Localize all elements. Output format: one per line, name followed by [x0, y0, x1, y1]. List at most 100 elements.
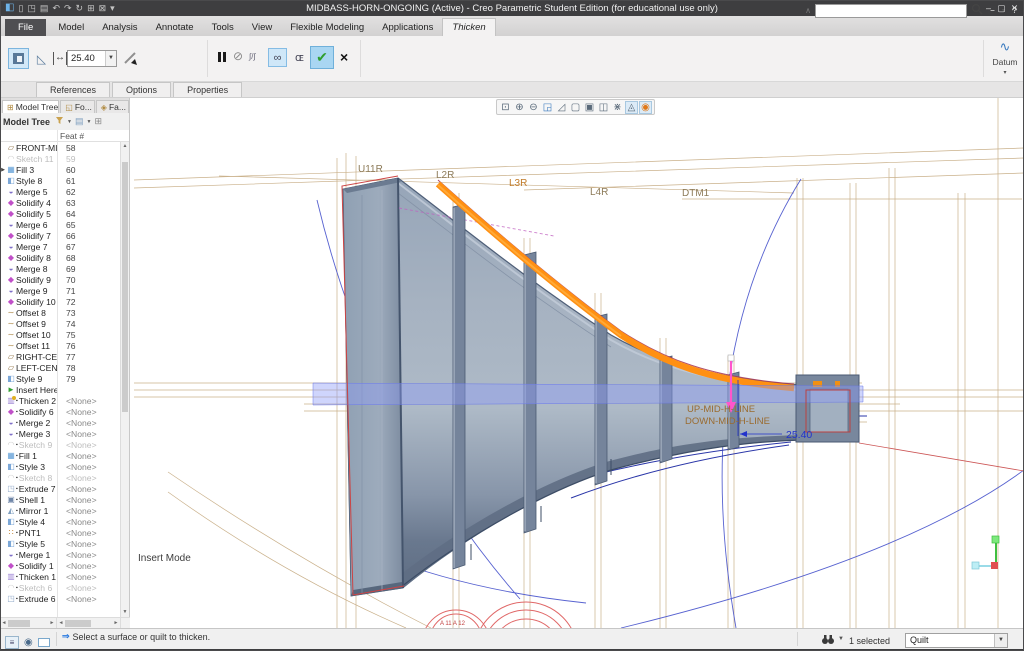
navigator-tab-fo-[interactable]: ◱Fo...	[60, 100, 95, 113]
tree-item-sketch-8[interactable]: ◠▪Sketch 8<None>	[0, 472, 120, 483]
tree-item-merge-9[interactable]: ◒Merge 971	[0, 285, 120, 296]
fullscreen-toggle-icon[interactable]	[38, 638, 50, 647]
tree-item-merge-8[interactable]: ◒Merge 869	[0, 263, 120, 274]
panel-tab-properties[interactable]: Properties	[173, 82, 242, 97]
thickness-dropdown-icon[interactable]: ▼	[105, 51, 116, 66]
detached-preview-button[interactable]: ɶ	[290, 48, 309, 67]
tree-item-shell-1[interactable]: ▣▪Shell 1<None>	[0, 494, 120, 505]
tree-item-merge-7[interactable]: ◒Merge 767	[0, 241, 120, 252]
windows-icon[interactable]: ⊞	[87, 1, 95, 15]
tree-item-style-8[interactable]: ◧Style 861	[0, 175, 120, 186]
columns-caret-icon[interactable]: ▼	[86, 119, 91, 125]
collapse-ribbon-icon[interactable]: ∧	[805, 6, 811, 15]
name-column-scrollbar[interactable]: ◄ ►	[0, 618, 57, 628]
window-controls[interactable]: – ▢ ✕	[982, 3, 1021, 14]
selection-filter-dropdown[interactable]: Quilt ▼	[905, 633, 1008, 648]
ribbon-tab-flexible-modeling[interactable]: Flexible Modeling	[281, 19, 373, 36]
undo-icon[interactable]: ↶	[52, 1, 60, 15]
tree-item-mirror-1[interactable]: ◭▪Mirror 1<None>	[0, 505, 120, 516]
ribbon-tab-tools[interactable]: Tools	[203, 19, 243, 36]
tree-columns-icon[interactable]: ▤	[75, 116, 84, 127]
ribbon-tab-applications[interactable]: Applications	[373, 19, 442, 36]
tree-item-sketch-6[interactable]: ◠▪Sketch 6<None>	[0, 582, 120, 593]
tree-item-solidify-10[interactable]: ◆Solidify 1072	[0, 296, 120, 307]
scroll-right-icon[interactable]: ►	[112, 620, 120, 626]
open-icon[interactable]: ◳	[27, 1, 36, 15]
cancel-button[interactable]: ×	[340, 49, 348, 65]
tree-item-thicken-2[interactable]: ▥▪Thicken 2<None>	[0, 395, 120, 406]
tree-item-merge-2[interactable]: ◒▪Merge 2<None>	[0, 417, 120, 428]
zoom-region-icon[interactable]: ⊡	[499, 101, 512, 114]
tree-item-pnt1[interactable]: ∷▪PNT1<None>	[0, 527, 120, 538]
tree-item-style-4[interactable]: ◧▪Style 4<None>	[0, 516, 120, 527]
filter-caret-icon[interactable]: ▼	[67, 119, 72, 125]
new-icon[interactable]: ▯	[18, 1, 23, 15]
find-caret-icon[interactable]: ▼	[838, 636, 844, 642]
tree-item-merge-1[interactable]: ◒▪Merge 1<None>	[0, 549, 120, 560]
more-icon[interactable]: ▾	[110, 1, 115, 15]
feat-column-header[interactable]: Feat #	[0, 130, 129, 142]
tree-item-insert-here[interactable]: ►Insert Here	[0, 384, 120, 395]
find-tool-button[interactable]: ▼	[820, 633, 844, 645]
ok-apply-button[interactable]: ✔	[310, 46, 334, 69]
refit-icon[interactable]: ◲	[541, 101, 554, 114]
scroll-thumb[interactable]	[122, 162, 128, 412]
scroll-right-icon[interactable]: ►	[48, 620, 56, 626]
tree-item-sketch-11[interactable]: ◠Sketch 1159	[0, 153, 120, 164]
datum-display-icon[interactable]: ⋇	[611, 101, 624, 114]
saved-orientations-icon[interactable]: ▣	[583, 101, 596, 114]
tree-item-right-cent[interactable]: ▱RIGHT-CENT77	[0, 351, 120, 362]
close-window-icon[interactable]: ⊠	[99, 1, 107, 15]
graphics-area[interactable]: ⊡⊕⊖◲◿▢▣◫⋇◬◉ Insert Mode	[134, 98, 1024, 628]
scroll-up-icon[interactable]: ▲	[121, 142, 129, 151]
ribbon-tab-analysis[interactable]: Analysis	[93, 19, 146, 36]
navigator-tab-fa-[interactable]: ◈Fa...	[96, 100, 129, 113]
zoom-in-icon[interactable]: ⊕	[513, 101, 526, 114]
annotation-display-icon[interactable]: ◬	[625, 101, 638, 114]
tree-item-merge-3[interactable]: ◒▪Merge 3<None>	[0, 428, 120, 439]
scroll-left-icon[interactable]: ◄	[0, 620, 8, 626]
tree-item-offset-11[interactable]: ∼Offset 1176	[0, 340, 120, 351]
tree-item-offset-9[interactable]: ∼Offset 974	[0, 318, 120, 329]
feat-column-scrollbar[interactable]: ◄ ►	[57, 618, 121, 628]
view-manager-icon[interactable]: ◫	[597, 101, 610, 114]
ribbon-tab-model[interactable]: Model	[49, 19, 93, 36]
thickness-value[interactable]: 25.40	[68, 51, 105, 66]
datum-plane-band[interactable]	[313, 383, 863, 405]
navigator-tab-model-tree[interactable]: ⊞Model Tree	[2, 100, 59, 113]
ribbon-tab-file[interactable]: File	[5, 19, 46, 36]
filter-value[interactable]: Quilt	[906, 634, 994, 647]
tree-item-fill-3[interactable]: ▶▦Fill 360	[0, 164, 120, 175]
tree-item-merge-5[interactable]: ◒Merge 562	[0, 186, 120, 197]
scroll-down-icon[interactable]: ▼	[121, 608, 129, 617]
tree-item-solidify-4[interactable]: ◆Solidify 463	[0, 197, 120, 208]
tree-item-solidify-8[interactable]: ◆Solidify 868	[0, 252, 120, 263]
filter-dropdown-icon[interactable]: ▼	[994, 634, 1007, 647]
ribbon-tab-view[interactable]: View	[243, 19, 281, 36]
tree-item-solidify-9[interactable]: ◆Solidify 970	[0, 274, 120, 285]
panel-tab-options[interactable]: Options	[112, 82, 171, 97]
thicken-side-one-button[interactable]	[8, 48, 29, 69]
tree-item-thicken-1[interactable]: ▥▪Thicken 1<None>	[0, 571, 120, 582]
regenerate-icon[interactable]: ↻	[76, 1, 84, 15]
filter-icon[interactable]	[55, 116, 64, 128]
tree-item-style-5[interactable]: ◧▪Style 5<None>	[0, 538, 120, 549]
tree-item-fill-1[interactable]: ▦▪Fill 1<None>	[0, 450, 120, 461]
flip-direction-button[interactable]	[122, 50, 138, 66]
save-icon[interactable]: ▤	[40, 1, 49, 15]
pause-button[interactable]	[218, 52, 226, 62]
zoom-out-icon[interactable]: ⊖	[527, 101, 540, 114]
scroll-left-icon[interactable]: ◄	[57, 620, 65, 626]
tree-item-offset-10[interactable]: ∼Offset 1075	[0, 329, 120, 340]
tree-settings-icon[interactable]: ⊞	[94, 116, 102, 127]
datum-group[interactable]: ∿ Datum ▾	[988, 39, 1022, 76]
minimize-icon[interactable]: –	[982, 3, 995, 14]
tree-item-style-3[interactable]: ◧▪Style 3<None>	[0, 461, 120, 472]
thickness-combobox[interactable]: 25.40 ▼	[67, 50, 117, 67]
tree-item-extrude-6[interactable]: ◳▪Extrude 6<None>	[0, 593, 120, 604]
app-icon[interactable]: ◧	[5, 1, 14, 15]
tree-item-sketch-9[interactable]: ◠▪Sketch 9<None>	[0, 439, 120, 450]
tree-item-left-centei[interactable]: ▱LEFT-CENTEI78	[0, 362, 120, 373]
attached-preview-button[interactable]: ∞	[268, 48, 287, 67]
ribbon-tab-thicken[interactable]: Thicken	[442, 18, 495, 36]
